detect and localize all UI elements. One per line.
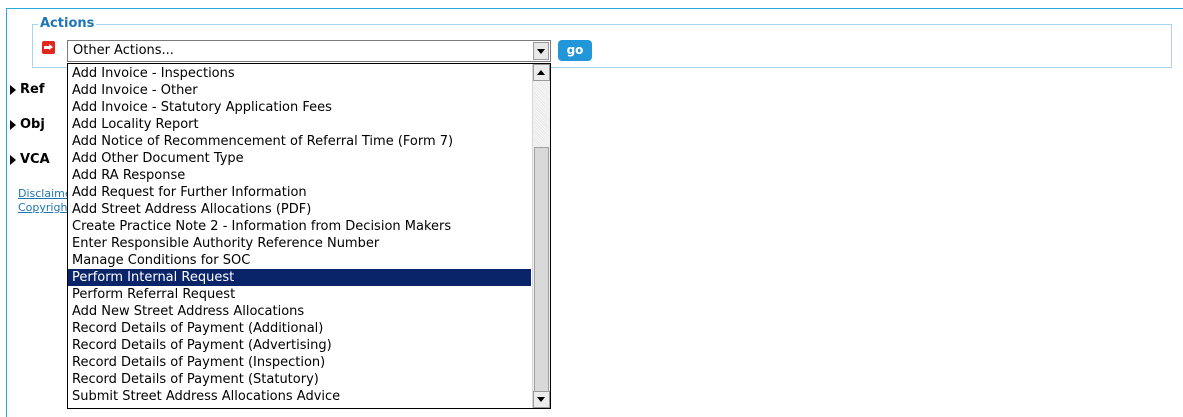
dropdown-option[interactable]: Perform Referral Request <box>68 286 531 303</box>
section-toggle-obj[interactable]: Obj <box>10 117 45 132</box>
section-label: VCA <box>20 152 50 167</box>
options-list: Add Invoice - Inspections Add Invoice - O… <box>68 65 531 405</box>
dropdown-scrollbar[interactable] <box>532 64 550 408</box>
dropdown-option[interactable]: Add Other Document Type <box>68 150 531 167</box>
dropdown-option[interactable]: Submit Street Address Allocations Advice <box>68 388 531 405</box>
dropdown-option[interactable]: Record Details of Payment (Advertising) <box>68 337 531 354</box>
actions-legend: Actions <box>38 16 97 32</box>
expand-triangle-icon <box>10 119 16 130</box>
action-arrow-icon <box>42 41 55 54</box>
section-toggle-vca[interactable]: VCA <box>10 152 50 167</box>
dropdown-option[interactable]: Create Practice Note 2 - Information fro… <box>68 218 531 235</box>
dropdown-option[interactable]: Add Locality Report <box>68 116 531 133</box>
go-button[interactable]: go <box>558 40 592 61</box>
dropdown-option[interactable]: Add RA Response <box>68 167 531 184</box>
dropdown-option[interactable]: Record Details of Payment (Inspection) <box>68 354 531 371</box>
scroll-down-icon[interactable] <box>533 391 550 408</box>
dropdown-option[interactable]: Add Invoice - Statutory Application Fees <box>68 99 531 116</box>
dropdown-option[interactable]: Record Details of Payment (Statutory) <box>68 371 531 388</box>
section-toggle-ref[interactable]: Ref <box>10 82 44 97</box>
dropdown-option[interactable]: Add Invoice - Inspections <box>68 65 531 82</box>
section-label: Ref <box>20 82 45 97</box>
dropdown-option[interactable]: Manage Conditions for SOC <box>68 252 531 269</box>
dropdown-option[interactable]: Record Details of Payment (Additional) <box>68 320 531 337</box>
scroll-track[interactable] <box>534 81 549 147</box>
expand-triangle-icon <box>10 154 16 165</box>
dropdown-option[interactable]: Add Street Address Allocations (PDF) <box>68 201 531 218</box>
scroll-up-icon[interactable] <box>533 64 550 81</box>
copyright-link[interactable]: Copyright <box>18 201 72 214</box>
scroll-thumb[interactable] <box>534 147 549 392</box>
other-actions-select[interactable]: Other Actions... <box>67 40 551 62</box>
dropdown-option[interactable]: Add New Street Address Allocations <box>68 303 531 320</box>
section-label: Obj <box>20 117 45 132</box>
dropdown-option[interactable]: Perform Internal Request <box>68 269 531 286</box>
chevron-down-icon[interactable] <box>533 42 549 60</box>
dropdown-option[interactable]: Add Invoice - Other <box>68 82 531 99</box>
actions-dropdown-list[interactable]: Add Invoice - Inspections Add Invoice - O… <box>67 63 551 409</box>
expand-triangle-icon <box>10 84 16 95</box>
select-value: Other Actions... <box>73 43 174 58</box>
dropdown-option[interactable]: Enter Responsible Authority Reference Nu… <box>68 235 531 252</box>
dropdown-option[interactable]: Add Request for Further Information <box>68 184 531 201</box>
dropdown-option[interactable]: Add Notice of Recommencement of Referral… <box>68 133 531 150</box>
